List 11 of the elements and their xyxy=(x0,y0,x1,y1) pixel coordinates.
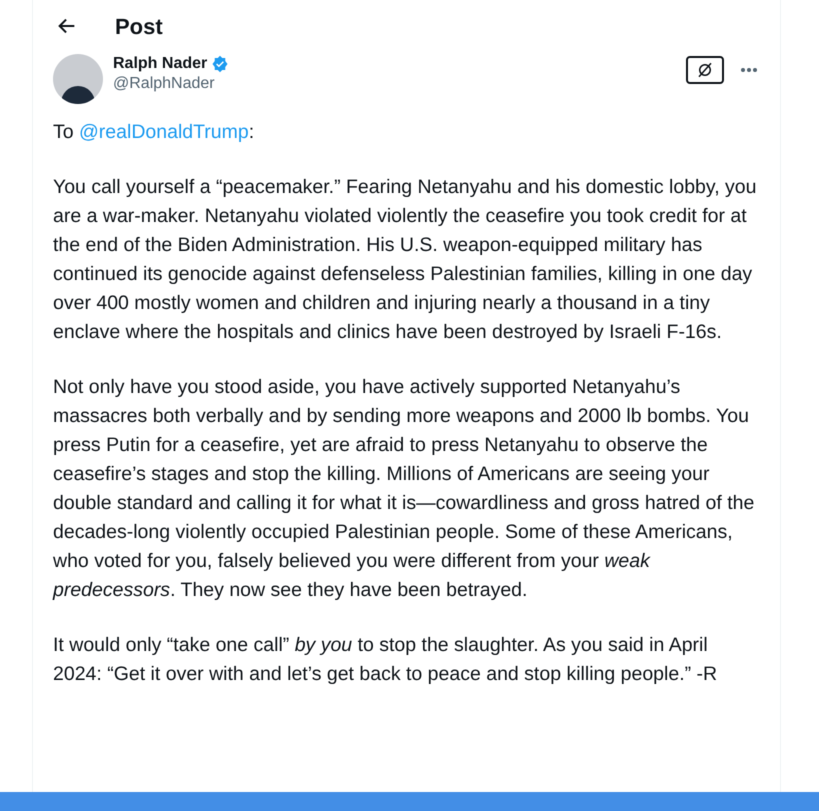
page-title: Post xyxy=(115,12,163,40)
post-paragraph: You call yourself a “peacemaker.” Fearing Netanyahu and his domestic lobby, you are a war-maker. Netanyahu violated violently the ceasefire you took credit for at the end of the Biden Administration. His U.S. weapon-equipped military has continued its genocide against defenseless Palestinian families, killing in one day over 400 mostly women and children and injuring nearly a thousand in a tiny enclave where the hospitals and clinics have been destroyed by Israeli F-16s. xyxy=(53,175,758,345)
post-paragraph: Not only have you stood aside, you have actively supported Netanyahu’s massacres both verbally and by sending more weapons and 2000 lb bombs. You press Putin for a ceasefire, yet are afraid to press Netanyahu to observe the ceasefire’s stages and stop the killing. Millions of Americans are seeing your double standard and calling it for what it is—cowardliness and gross hatred of the decades-long violently occupied Palestinian people. Some of these Americans, who voted for you, falsely believed you were different from your weak predecessors. They now see they have been betrayed. xyxy=(53,375,756,603)
post-paragraph: To @realDonaldTrump: xyxy=(53,120,256,145)
author-handle[interactable]: @RalphNader xyxy=(113,74,230,94)
more-icon xyxy=(740,67,758,73)
post-paragraph: It would only “take one call” by you to stop the slaughter. As you said in April 2024: “Get it over with and let’s get back to peace and stop killing people.” -R xyxy=(53,633,718,687)
author-name[interactable]: Ralph Nader xyxy=(113,54,208,74)
slashed-circle-icon xyxy=(696,61,714,79)
grok-button[interactable] xyxy=(686,56,724,84)
avatar[interactable] xyxy=(53,54,103,104)
